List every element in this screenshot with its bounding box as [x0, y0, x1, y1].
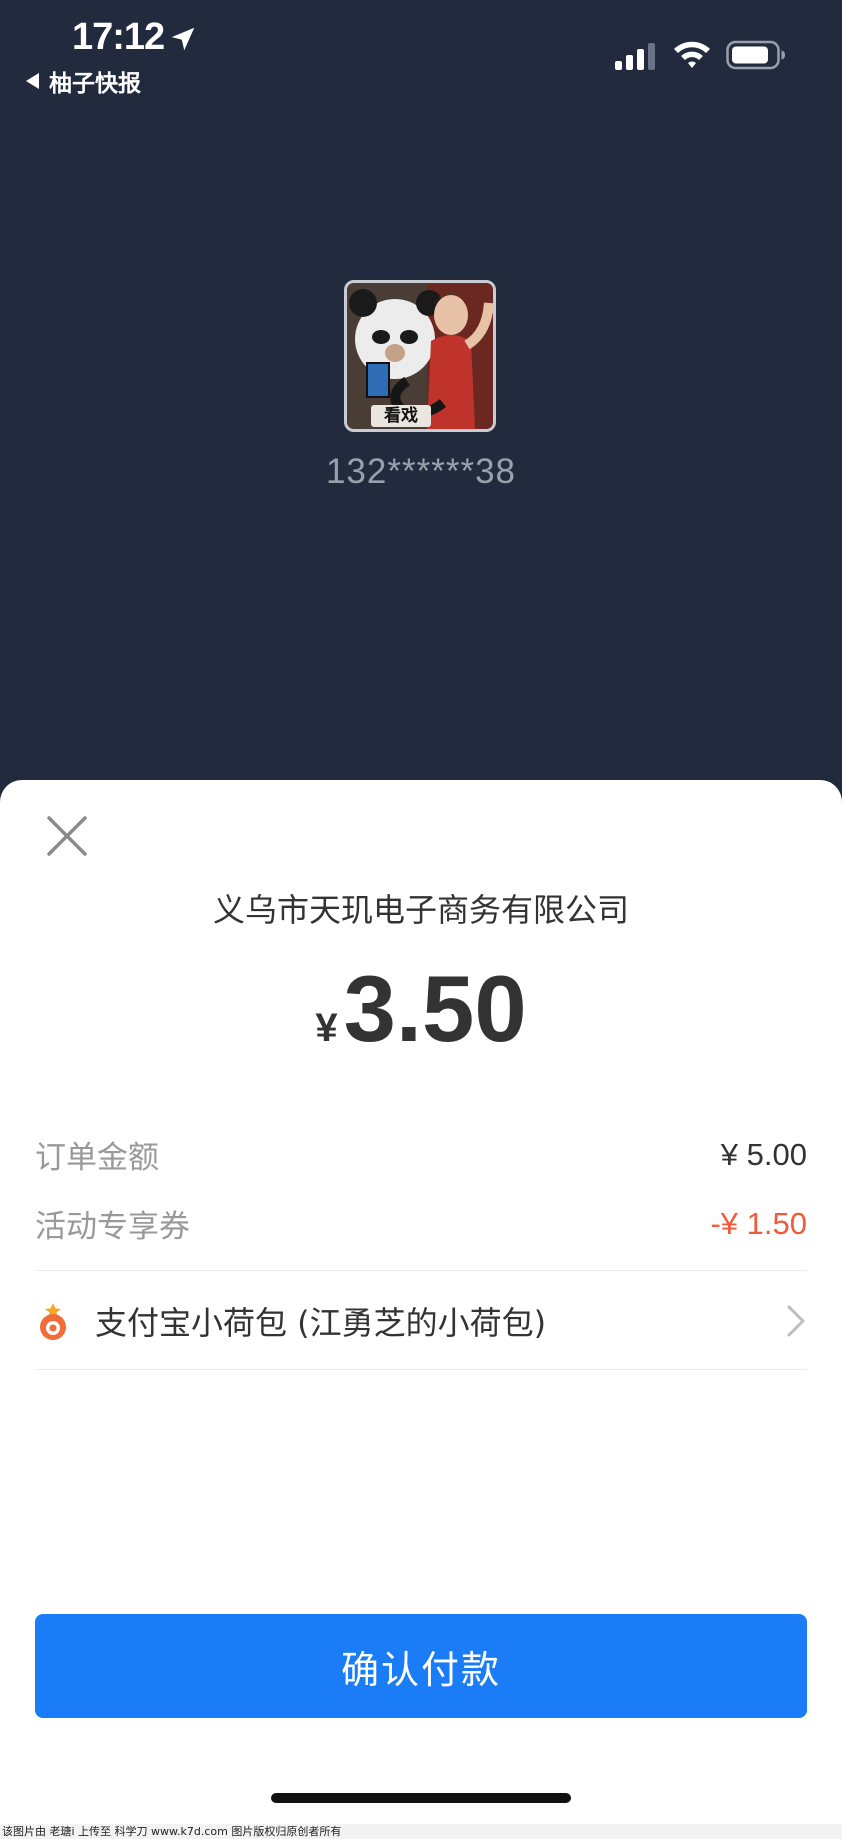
confirm-payment-button[interactable]: 确认付款 [35, 1614, 807, 1718]
wallet-icon [40, 1303, 66, 1340]
coupon-label: 活动专享券 [35, 1209, 190, 1245]
watermark-footer: 该图片由 老瑭i 上传至 科学刀 www.k7d.com 图片版权归原创者所有 [0, 1824, 842, 1839]
home-indicator[interactable] [271, 1793, 571, 1803]
status-time: 17:12 [72, 16, 165, 58]
avatar-caption: 看戏 [371, 405, 431, 427]
coupon-row: 活动专享券 -¥ 1.50 [35, 1201, 807, 1246]
order-amount-row: 订单金额 ¥ 5.00 [35, 1132, 807, 1177]
wifi-icon [674, 41, 710, 68]
account-phone: 132******38 [325, 452, 517, 491]
avatar: 看戏 [344, 280, 496, 432]
payment-method-selector[interactable]: 支付宝小荷包 (江勇芝的小荷包) [35, 1274, 807, 1368]
divider [35, 1369, 807, 1370]
merchant-name: 义乌市天玑电子商务有限公司 [212, 891, 629, 929]
chevron-right-icon [787, 1305, 805, 1337]
back-triangle-icon [26, 73, 39, 89]
cellular-signal-icon [615, 43, 655, 70]
coupon-value: -¥ 1.50 [710, 1205, 807, 1241]
payment-amount: ¥3.50 [0, 955, 842, 1063]
status-bar: 17:12 柚子快报 [0, 0, 842, 110]
amount-value: 3.50 [343, 956, 527, 1061]
back-app-label: 柚子快报 [49, 71, 141, 97]
payment-method-label: 支付宝小荷包 (江勇芝的小荷包) [95, 1304, 547, 1342]
order-amount-value: ¥ 5.00 [720, 1136, 807, 1172]
battery-icon [726, 40, 785, 70]
close-icon[interactable] [44, 813, 90, 859]
payment-sheet: 义乌市天玑电子商务有限公司 ¥3.50 订单金额 ¥ 5.00 活动专享券 -¥… [0, 780, 842, 1824]
currency-symbol: ¥ [315, 1006, 338, 1050]
location-arrow-icon [171, 27, 195, 51]
divider [35, 1270, 807, 1271]
back-to-app-link[interactable]: 柚子快报 [26, 64, 141, 98]
order-amount-label: 订单金额 [35, 1140, 159, 1176]
